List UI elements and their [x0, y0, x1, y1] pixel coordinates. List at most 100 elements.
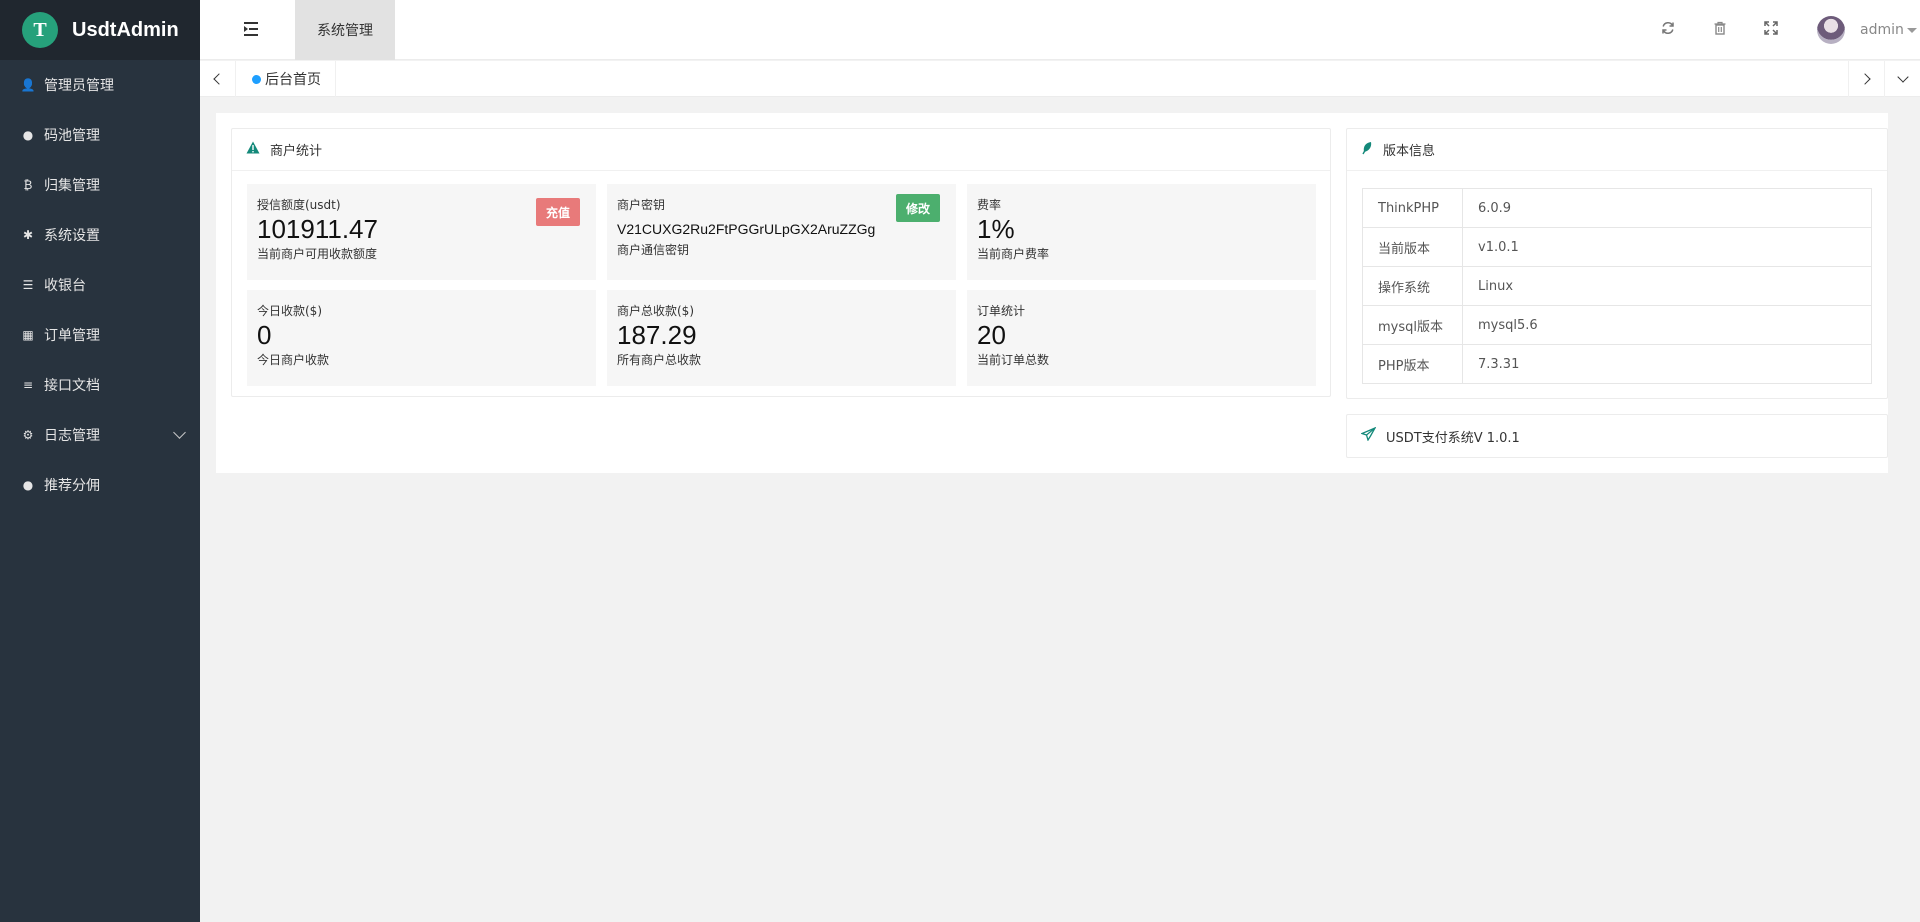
- today-value: 0: [257, 320, 272, 350]
- tab-home[interactable]: 后台首页: [236, 61, 336, 97]
- tabs-prev-button[interactable]: [200, 61, 236, 97]
- tabs-next-button[interactable]: [1848, 61, 1884, 97]
- list-icon: ☰: [22, 278, 34, 292]
- chevron-right-icon: [1859, 73, 1871, 85]
- rate-value: 1%: [977, 214, 1015, 244]
- rate-stat: 费率 1% 当前商户费率: [967, 184, 1316, 280]
- sidebar-item-logs[interactable]: ⚙ 日志管理: [0, 410, 200, 460]
- sidebar-menu: 👤 管理员管理 ● 码池管理 ₿ 归集管理 ✱ 系统设置 ☰ 收银台 ▦ 订单管理 ≡ 接口文…: [0, 60, 200, 510]
- modify-secret-button[interactable]: 修改: [895, 194, 940, 222]
- menu-toggle-icon[interactable]: [244, 22, 258, 36]
- sidebar-item-admin[interactable]: 👤 管理员管理: [0, 60, 200, 110]
- fullscreen-icon[interactable]: [1763, 21, 1779, 37]
- table-cell-value: v1.0.1: [1462, 227, 1872, 267]
- table-row: PHP版本 7.3.31: [1362, 344, 1872, 384]
- total-desc: 所有商户总收款: [617, 353, 702, 367]
- table-cell-key: PHP版本: [1362, 344, 1463, 384]
- today-desc: 今日商户收款: [257, 353, 330, 367]
- merchant-stats-card: 商户统计 授信额度(usdt) 101911.47 当前商户可用收款额度 充值 …: [231, 128, 1331, 397]
- gear-icon: ⚙: [22, 428, 34, 442]
- chevron-left-icon: [213, 73, 225, 85]
- table-cell-key: 操作系统: [1362, 266, 1463, 306]
- table-cell-key: mysql版本: [1362, 305, 1463, 345]
- user-icon: 👤: [20, 78, 36, 92]
- merchant-stats-header: 商户统计: [232, 129, 1330, 171]
- total-label: 商户总收款($): [617, 304, 694, 318]
- version-table: ThinkPHP 6.0.9 当前版本 v1.0.1 操作系统 Linux mysql…: [1362, 188, 1872, 384]
- tether-logo-icon: T: [22, 12, 58, 48]
- system-card: USDT支付系统V 1.0.1: [1346, 414, 1888, 458]
- version-title: 版本信息: [1383, 144, 1436, 159]
- chevron-down-icon: [1896, 71, 1909, 83]
- recharge-button[interactable]: 充值: [535, 198, 580, 226]
- sidebar-item-label: 码池管理: [44, 128, 100, 144]
- calculator-icon: ▦: [22, 328, 34, 342]
- sidebar-item-code-pool[interactable]: ● 码池管理: [0, 110, 200, 160]
- secret-stat: 商户密钥 V21CUXG2Ru2FtPGGrULpGX2AruZZGg 商户通信…: [607, 184, 956, 280]
- rate-label: 费率: [977, 198, 1002, 212]
- trash-icon[interactable]: [1712, 21, 1728, 37]
- table-row: mysql版本 mysql5.6: [1362, 305, 1872, 345]
- total-value: 187.29: [617, 320, 697, 350]
- top-header: 系统管理 admin: [200, 0, 1920, 60]
- sidebar-item-label: 订单管理: [44, 328, 100, 344]
- version-card: 版本信息 ThinkPHP 6.0.9 当前版本 v1.0.1 操作系统 Linux …: [1346, 128, 1888, 399]
- sidebar-item-referral[interactable]: ● 推荐分佣: [0, 460, 200, 510]
- system-header: USDT支付系统V 1.0.1: [1347, 415, 1887, 457]
- tab-system-management[interactable]: 系统管理: [295, 0, 395, 60]
- table-cell-value: 6.0.9: [1462, 188, 1872, 228]
- warning-icon: [246, 141, 260, 158]
- sidebar-item-settings[interactable]: ✱ 系统设置: [0, 210, 200, 260]
- main-content: 商户统计 授信额度(usdt) 101911.47 当前商户可用收款额度 充值 …: [216, 113, 1888, 473]
- avatar[interactable]: [1817, 16, 1845, 44]
- table-cell-value: Linux: [1462, 266, 1872, 306]
- orders-value: 20: [977, 320, 1006, 350]
- app-title: UsdtAdmin: [72, 18, 179, 41]
- sidebar-item-label: 收银台: [44, 278, 86, 294]
- sidebar-item-label: 日志管理: [44, 428, 100, 444]
- align-left-icon: ≡: [22, 378, 34, 392]
- tabs-menu-button[interactable]: [1884, 61, 1920, 97]
- table-cell-key: ThinkPHP: [1362, 188, 1463, 228]
- sidebar-item-cashier[interactable]: ☰ 收银台: [0, 260, 200, 310]
- table-cell-value: mysql5.6: [1462, 305, 1872, 345]
- sidebar-item-label: 推荐分佣: [44, 478, 100, 494]
- orders-stat: 订单统计 20 当前订单总数: [967, 290, 1316, 386]
- today-stat: 今日收款($) 0 今日商户收款: [247, 290, 596, 386]
- table-cell-key: 当前版本: [1362, 227, 1463, 267]
- refresh-icon[interactable]: [1660, 21, 1676, 37]
- orders-desc: 当前订单总数: [977, 353, 1050, 367]
- sidebar-item-label: 系统设置: [44, 228, 100, 244]
- secret-desc: 商户通信密钥: [617, 243, 690, 257]
- table-row: 当前版本 v1.0.1: [1362, 227, 1872, 267]
- merchant-stats-title: 商户统计: [270, 144, 323, 159]
- credit-desc: 当前商户可用收款额度: [257, 247, 378, 261]
- sidebar-item-label: 管理员管理: [44, 78, 114, 94]
- table-cell-value: 7.3.31: [1462, 344, 1872, 384]
- logo[interactable]: T UsdtAdmin: [0, 0, 200, 60]
- today-label: 今日收款($): [257, 304, 322, 318]
- total-stat: 商户总收款($) 187.29 所有商户总收款: [607, 290, 956, 386]
- sidebar-item-collection[interactable]: ₿ 归集管理: [0, 160, 200, 210]
- sidebar-item-api-docs[interactable]: ≡ 接口文档: [0, 360, 200, 410]
- sidebar-item-label: 归集管理: [44, 178, 100, 194]
- chevron-down-icon: [173, 426, 186, 439]
- secret-value: V21CUXG2Ru2FtPGGrULpGX2AruZZGg: [617, 221, 876, 237]
- page-tabs-bar: 后台首页: [200, 61, 1920, 97]
- asterisk-icon: ✱: [22, 228, 34, 242]
- caret-down-icon[interactable]: [1907, 28, 1917, 33]
- android-icon: ●: [22, 478, 34, 492]
- tab-home-label: 后台首页: [265, 72, 321, 88]
- sidebar: T UsdtAdmin 👤 管理员管理 ● 码池管理 ₿ 归集管理 ✱ 系统设置 ☰ 收银…: [0, 0, 200, 922]
- version-header: 版本信息: [1347, 129, 1887, 171]
- bitcoin-icon: ₿: [23, 178, 33, 192]
- sidebar-item-orders[interactable]: ▦ 订单管理: [0, 310, 200, 360]
- android-icon: ●: [22, 128, 34, 142]
- table-row: ThinkPHP 6.0.9: [1362, 188, 1872, 228]
- orders-label: 订单统计: [977, 304, 1026, 318]
- credit-stat: 授信额度(usdt) 101911.47 当前商户可用收款额度 充值: [247, 184, 596, 280]
- table-row: 操作系统 Linux: [1362, 266, 1872, 306]
- leaf-icon: [1361, 141, 1373, 159]
- user-name[interactable]: admin: [1860, 22, 1904, 38]
- system-title: USDT支付系统V 1.0.1: [1386, 430, 1520, 446]
